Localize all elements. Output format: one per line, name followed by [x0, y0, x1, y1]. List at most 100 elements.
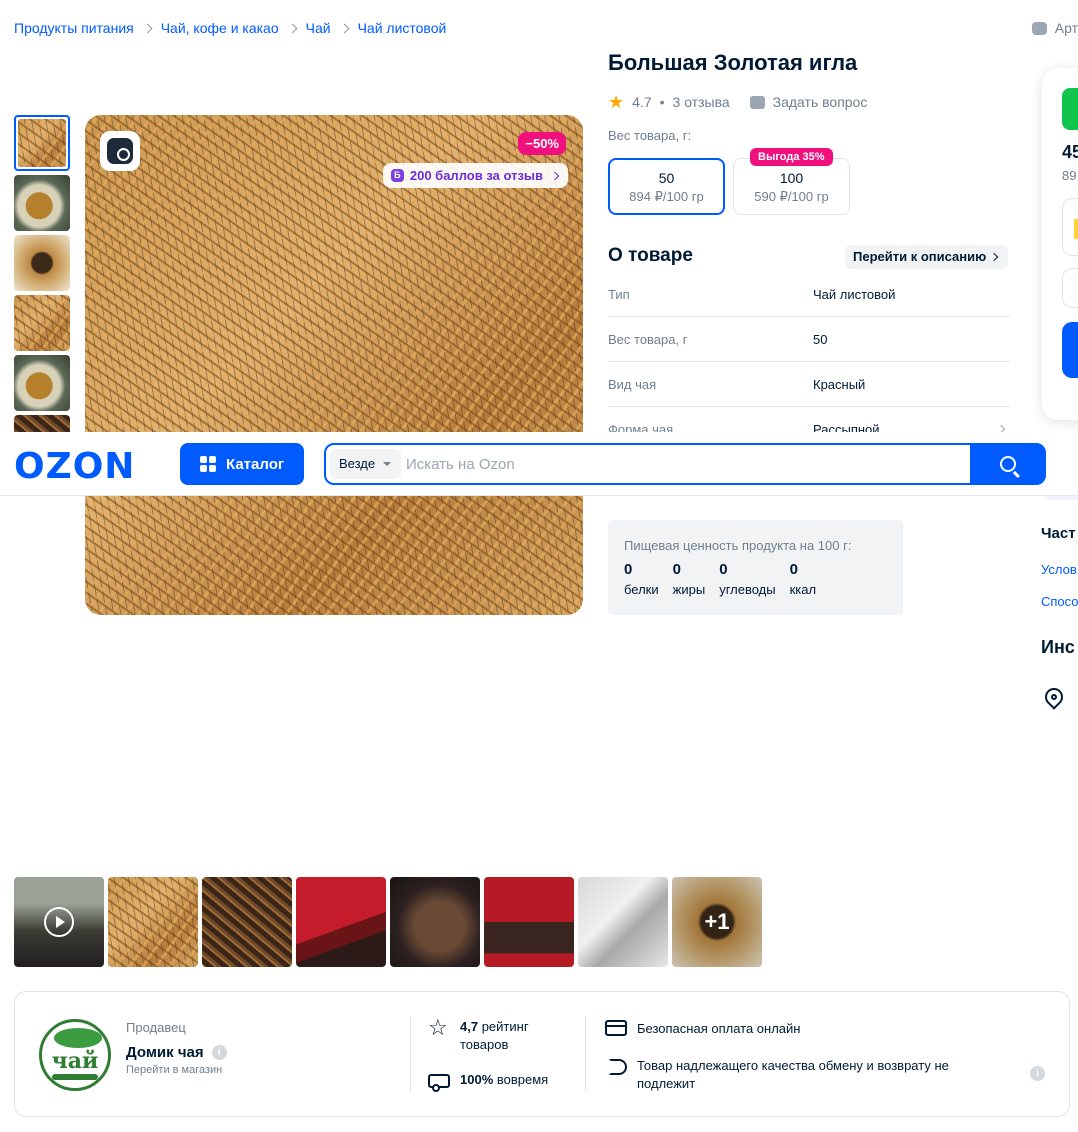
spec-value: Рассыпной [813, 421, 880, 433]
weight-value: 100 [779, 170, 804, 186]
weight-option-50[interactable]: 50 894 ₽/100 гр [608, 158, 725, 215]
unit-price: 590 ₽/100 гр [754, 189, 829, 204]
breadcrumb: Продукты питания Чай, кофе и какао Чай Ч… [14, 20, 446, 36]
nutrition-label: углеводы [719, 582, 776, 597]
review-video[interactable] [14, 877, 104, 967]
faq-heading: Част [1041, 525, 1076, 542]
location-pin-icon [1041, 684, 1067, 710]
info-icon[interactable]: i [1030, 1066, 1045, 1081]
search-icon [1000, 456, 1016, 472]
spec-value: 50 [813, 331, 828, 347]
seller-name-text: Домик чая [126, 1044, 204, 1061]
rating-row: ★ 4.7 • 3 отзыва Задать вопрос [608, 93, 867, 111]
search-input[interactable] [406, 451, 966, 477]
card-price-badge [1062, 88, 1078, 130]
installment-option[interactable] [1062, 198, 1078, 256]
gallery-thumb[interactable] [14, 115, 70, 171]
info-heading: Инс [1041, 637, 1075, 657]
sticky-header: OZON Каталог Везде [0, 432, 1078, 496]
review-photo[interactable] [296, 877, 386, 967]
ontime-stat-label: вовремя [496, 1072, 549, 1087]
review-photo-more[interactable]: +1 [672, 877, 762, 967]
breadcrumb-item[interactable]: Чай, кофе и какао [161, 20, 279, 36]
discount-badge: −50% [518, 132, 566, 155]
gallery-thumb[interactable] [14, 175, 70, 231]
divider [585, 1016, 586, 1092]
nutrition-card: Пищевая ценность продукта на 100 г: 0 бе… [608, 520, 903, 615]
nutrition-value: 0 [624, 561, 633, 578]
seller-card: чай Продавец Домик чая i Перейти в магаз… [14, 991, 1070, 1117]
image-search-button[interactable] [100, 131, 140, 171]
spec-row[interactable]: Форма чая Рассыпной [608, 407, 1010, 432]
seller-label: Продавец [126, 1020, 186, 1035]
spec-key: Вид чая [608, 376, 657, 392]
review-photo[interactable] [202, 877, 292, 967]
goto-description-button[interactable]: Перейти к описанию [845, 245, 1009, 269]
go-to-store-link[interactable]: Перейти в магазин [126, 1064, 222, 1076]
conditions-link[interactable]: Услов [1041, 562, 1077, 577]
search-scope-dropdown[interactable]: Везде [330, 449, 402, 479]
methods-link[interactable]: Спосо [1041, 594, 1078, 609]
gallery-thumb[interactable] [14, 235, 70, 291]
play-icon [44, 907, 74, 937]
safe-payment-text: Безопасная оплата онлайн [637, 1021, 801, 1036]
spec-value: Чай листовой [813, 286, 896, 302]
rating-stat-text: 4,7 рейтинг товаров [460, 1018, 560, 1054]
chat-icon [1031, 21, 1047, 35]
product-photo [85, 115, 583, 615]
spec-key: Форма чая [608, 421, 674, 433]
spec-key: Вес товара, г [608, 331, 688, 347]
gallery-thumb[interactable] [14, 355, 70, 411]
review-bonus-badge[interactable]: Б 200 баллов за отзыв [382, 163, 568, 188]
review-photo[interactable] [108, 877, 198, 967]
product-title: Большая Золотая игла [608, 50, 858, 75]
ozon-logo[interactable]: OZON [14, 449, 135, 485]
nutrition-label: жиры [672, 582, 706, 597]
review-photos-strip: +1 [14, 877, 762, 967]
weight-option-100[interactable]: Выгода 35% 100 590 ₽/100 гр [733, 148, 850, 215]
savings-badge: Выгода 35% [750, 148, 833, 166]
review-photo[interactable] [578, 877, 668, 967]
nutrition-item: 0 жиры [673, 561, 706, 597]
return-policy: Товар надлежащего качества обмену и возв… [605, 1057, 995, 1093]
nutrition-item: 0 белки [624, 561, 659, 597]
breadcrumb-item[interactable]: Чай [306, 20, 331, 36]
chevron-right-icon [996, 424, 1006, 432]
rating-stat: ☆ 4,7 рейтинг товаров [428, 1017, 560, 1054]
spec-row: Вид чая Красный [608, 362, 1010, 407]
bonus-icon: Б [390, 169, 404, 182]
add-to-cart-button[interactable] [1062, 322, 1078, 378]
truck-icon [428, 1074, 450, 1092]
spec-value: Красный [813, 376, 866, 392]
rating-value: 4.7 [632, 94, 652, 110]
seller-name[interactable]: Домик чая i [126, 1044, 227, 1061]
catalog-button[interactable]: Каталог [180, 443, 304, 485]
nutrition-label: белки [624, 582, 659, 597]
ask-question-link[interactable]: Задать вопрос [773, 94, 868, 110]
breadcrumb-item[interactable]: Чай листовой [358, 20, 447, 36]
seller-logo[interactable]: чай [39, 1019, 111, 1091]
review-photo[interactable] [390, 877, 480, 967]
credit-card-icon [605, 1020, 627, 1036]
nutrition-item: 0 углеводы [719, 561, 775, 597]
review-photo[interactable] [484, 877, 574, 967]
info-icon[interactable]: i [211, 1045, 227, 1060]
ontime-stat-text: 100% вовремя [460, 1072, 548, 1088]
article-number[interactable]: Арт [1031, 20, 1078, 36]
main-product-image[interactable]: −50% Б 200 баллов за отзыв [85, 115, 583, 615]
weight-value: 50 [658, 170, 675, 186]
price-value: 45 [1062, 142, 1078, 162]
unit-price: 894 ₽/100 гр [629, 189, 704, 204]
breadcrumb-item[interactable]: Продукты питания [14, 20, 134, 36]
return-policy-text: Товар надлежащего качества обмену и возв… [637, 1058, 949, 1091]
grid-icon [200, 456, 216, 472]
safe-payment: Безопасная оплата онлайн [605, 1020, 995, 1038]
chevron-right-icon [142, 23, 153, 33]
weight-label: Вес товара, г: [608, 128, 692, 143]
search-button[interactable] [970, 443, 1046, 485]
seller-logo-text: чай [51, 1048, 99, 1074]
reviews-link[interactable]: 3 отзыва [673, 94, 730, 110]
nutrition-item: 0 ккал [790, 561, 816, 597]
delivery-option[interactable] [1062, 268, 1078, 308]
gallery-thumb[interactable] [14, 295, 70, 351]
